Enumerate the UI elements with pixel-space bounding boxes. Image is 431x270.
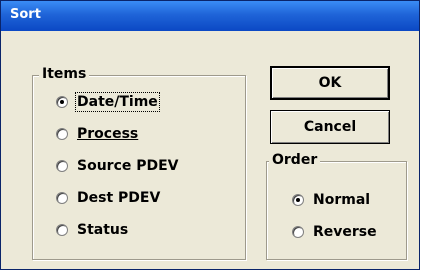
radio-indicator[interactable]: [56, 96, 68, 108]
radio-label: Status: [77, 222, 129, 238]
cancel-button[interactable]: Cancel: [270, 110, 390, 144]
radio-indicator[interactable]: [56, 128, 68, 140]
radio-source-pdev[interactable]: Source PDEV: [56, 158, 179, 174]
radio-label: Process: [77, 126, 139, 142]
radio-label: Reverse: [313, 224, 377, 240]
items-group-legend: Items: [39, 66, 90, 82]
radio-indicator[interactable]: [292, 226, 304, 238]
radio-indicator[interactable]: [56, 160, 68, 172]
items-group: Items Date/Time Process Source PDEV Dest…: [32, 66, 246, 260]
radio-indicator[interactable]: [292, 194, 304, 206]
radio-indicator[interactable]: [56, 224, 68, 236]
radio-label: Normal: [313, 192, 371, 208]
radio-date-time[interactable]: Date/Time: [56, 92, 160, 112]
radio-normal[interactable]: Normal: [292, 192, 370, 208]
title-bar[interactable]: Sort: [1, 1, 419, 31]
radio-indicator[interactable]: [56, 192, 68, 204]
ok-button[interactable]: OK: [270, 66, 390, 100]
radio-label: Dest PDEV: [77, 190, 161, 206]
radio-label: Date/Time: [75, 92, 160, 112]
radio-status[interactable]: Status: [56, 222, 128, 238]
radio-reverse[interactable]: Reverse: [292, 224, 377, 240]
radio-process[interactable]: Process: [56, 126, 138, 142]
radio-dest-pdev[interactable]: Dest PDEV: [56, 190, 160, 206]
radio-label: Source PDEV: [77, 158, 179, 174]
window-title: Sort: [10, 7, 41, 22]
dialog-body: Items Date/Time Process Source PDEV Dest…: [4, 31, 416, 266]
sort-dialog: Sort Items Date/Time Process Source PDEV…: [0, 0, 420, 270]
order-group-legend: Order: [269, 152, 321, 168]
order-group: Order Normal Reverse: [266, 152, 407, 260]
